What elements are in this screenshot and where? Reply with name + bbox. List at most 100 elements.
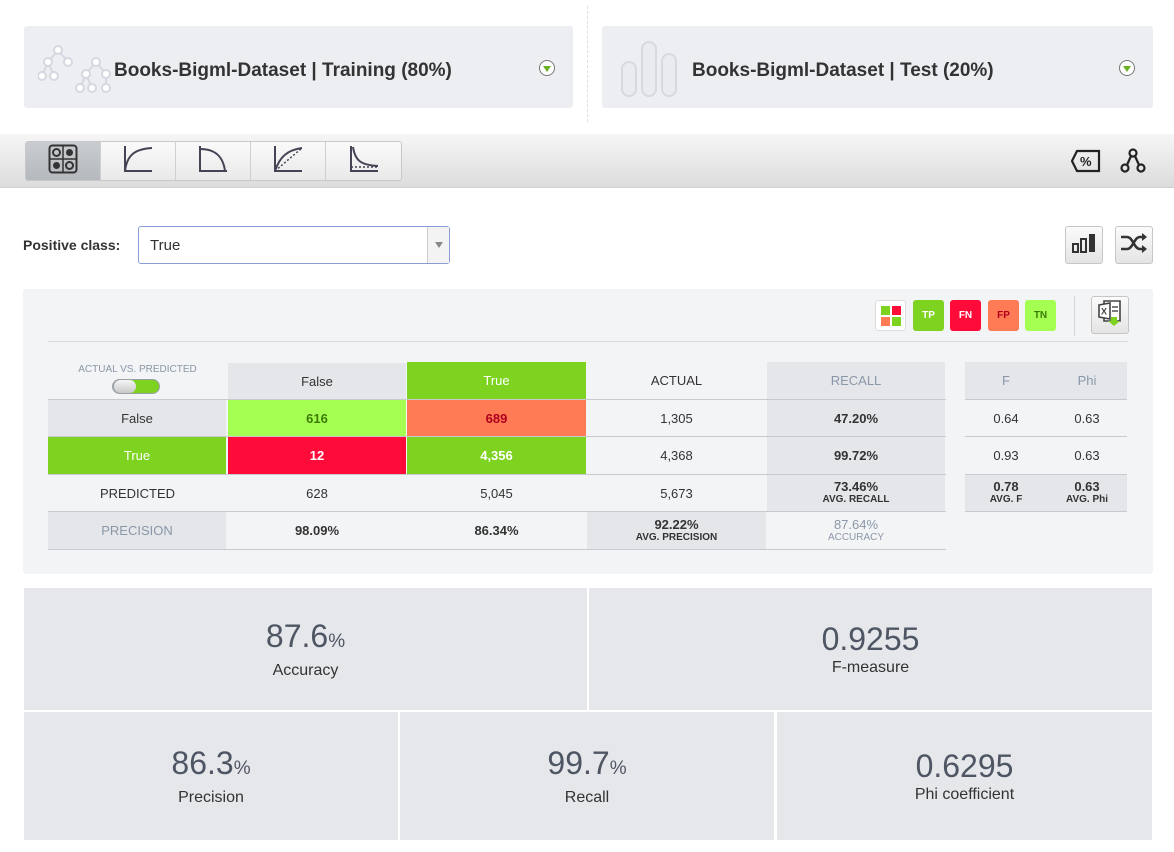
matrix-rule	[48, 436, 946, 437]
precision-recall-curve-view-button[interactable]	[176, 142, 251, 180]
side-rule	[965, 436, 1127, 437]
avg-phi-value: 0.63	[1074, 479, 1100, 494]
side-rule	[965, 474, 1127, 475]
test-dropdown-toggle-icon[interactable]	[1119, 60, 1135, 76]
color-legend-toggle[interactable]	[875, 300, 906, 331]
fp-legend-chip[interactable]: FP	[988, 300, 1019, 331]
f-header: F	[965, 362, 1047, 399]
evaluation-toolbar: %	[0, 134, 1174, 188]
precision-unit: %	[233, 758, 251, 779]
phi-header: Phi	[1047, 362, 1127, 399]
f-measure-metric-value: 0.9255	[821, 621, 920, 657]
precision-true: 86.34%	[474, 523, 519, 538]
matrix-rule	[48, 549, 946, 550]
cell-tp: 4,356	[407, 437, 586, 474]
accuracy-tile: 87.6% Accuracy	[24, 588, 587, 710]
test-dataset-title[interactable]: Books-Bigml-Dataset | Test (20%)	[692, 60, 994, 82]
precision-recall-curve-icon	[197, 144, 229, 179]
excel-download-icon: X	[1096, 299, 1124, 332]
predicted-row-label: PREDICTED	[99, 485, 176, 501]
svg-text:X: X	[1101, 306, 1107, 316]
avg-recall-cell: 73.46% AVG. RECALL	[767, 475, 945, 511]
f-measure-tile: 0.9255 F-measure	[589, 588, 1152, 710]
legend-divider	[1074, 296, 1075, 336]
actual-vs-predicted-toggle[interactable]	[112, 379, 160, 394]
precision-row-label: PRECISION	[48, 512, 226, 549]
accuracy-number: 87.6	[265, 618, 329, 654]
svg-text:%: %	[1080, 154, 1092, 169]
phi-tile: 0.6295 Phi coefficient	[777, 712, 1152, 840]
accuracy-cell: 87.64% ACCURACY	[767, 512, 945, 549]
row-header-true: True	[48, 437, 226, 474]
avg-recall-label: AVG. RECALL	[822, 494, 890, 505]
shuffle-button[interactable]	[1115, 226, 1153, 264]
avg-phi-cell: 0.63 AVG. Phi	[1047, 475, 1127, 511]
cell-tn: 616	[228, 400, 406, 436]
actual-vs-predicted-label: ACTUAL VS. PREDICTED	[78, 363, 197, 375]
lift-curve-view-button[interactable]	[326, 142, 401, 180]
f-false: 0.64	[993, 410, 1019, 426]
avg-precision-label: AVG. PRECISION	[635, 531, 718, 543]
avg-precision-value: 92.22%	[654, 516, 699, 532]
accuracy-value: 87.64%	[833, 516, 879, 532]
confusion-matrix-view-button[interactable]	[26, 142, 101, 180]
training-dataset-title[interactable]: Books-Bigml-Dataset | Training (80%)	[114, 60, 452, 82]
recall-header: RECALL	[767, 362, 945, 399]
fn-legend-chip[interactable]: FN	[950, 300, 981, 331]
positive-class-select[interactable]: True	[138, 226, 450, 264]
f-measure-metric-label: F-measure	[831, 659, 910, 676]
avg-recall-value: 73.46%	[833, 479, 879, 494]
col-header-false: False	[228, 363, 406, 399]
percent-tag-icon[interactable]: %	[1071, 147, 1101, 175]
row-false-recall: 47.20%	[767, 400, 945, 436]
precision-tile: 86.3% Precision	[24, 712, 398, 840]
roc-curve-icon	[122, 144, 154, 179]
shuffle-icon	[1120, 232, 1148, 259]
training-dropdown-toggle-icon[interactable]	[539, 60, 555, 76]
tn-legend-chip[interactable]: TN	[1025, 300, 1056, 331]
phi-false: 0.63	[1074, 410, 1100, 426]
bar-chart-icon	[1071, 232, 1097, 259]
chevron-down-icon[interactable]	[427, 227, 449, 263]
cell-fn: 12	[228, 437, 406, 474]
accuracy-metric-label: Accuracy	[272, 662, 339, 679]
row-header-false: False	[48, 400, 226, 436]
precision-number: 86.3	[171, 745, 234, 781]
side-rule	[965, 399, 1127, 400]
predicted-true: 5,045	[480, 485, 513, 501]
accuracy-metric-value: 87.6%	[266, 618, 345, 660]
recall-tile: 99.7% Recall	[400, 712, 774, 840]
matrix-rule	[48, 474, 946, 475]
export-excel-button[interactable]: X	[1091, 296, 1129, 334]
accuracy-unit: %	[328, 631, 346, 652]
matrix-rule	[48, 399, 946, 400]
cards-divider	[587, 6, 588, 122]
cell-fp: 689	[407, 400, 586, 436]
phi-metric-label: Phi coefficient	[914, 786, 1015, 803]
row-false-actual: 1,305	[660, 410, 693, 426]
precision-false: 98.09%	[294, 523, 340, 538]
phi-true: 0.63	[1074, 448, 1100, 463]
avg-f-cell: 0.78 AVG. F	[965, 475, 1047, 511]
bar-chart-button[interactable]	[1065, 226, 1103, 264]
f-true: 0.93	[993, 448, 1019, 463]
predicted-total: 5,673	[660, 485, 693, 501]
side-rule	[965, 511, 1127, 512]
positive-class-label: Positive class:	[23, 237, 121, 253]
roc-curve-view-button[interactable]	[101, 142, 176, 180]
recall-unit: %	[609, 758, 627, 779]
avg-precision-cell: 92.22% AVG. PRECISION	[587, 512, 766, 549]
accuracy-label: ACCURACY	[827, 531, 885, 543]
precision-metric-label: Precision	[178, 789, 244, 806]
matrix-rule	[48, 511, 946, 512]
row-true-actual: 4,368	[660, 448, 693, 463]
positive-class-value: True	[150, 236, 181, 254]
gain-curve-icon	[272, 144, 304, 179]
gain-curve-view-button[interactable]	[251, 142, 326, 180]
recall-metric-label: Recall	[564, 789, 610, 806]
row-true-recall: 99.72%	[767, 437, 945, 474]
color-grid-icon	[880, 305, 901, 326]
phi-metric-value: 0.6295	[915, 748, 1014, 784]
tp-legend-chip[interactable]: TP	[913, 300, 944, 331]
network-nodes-icon[interactable]	[1118, 147, 1148, 175]
